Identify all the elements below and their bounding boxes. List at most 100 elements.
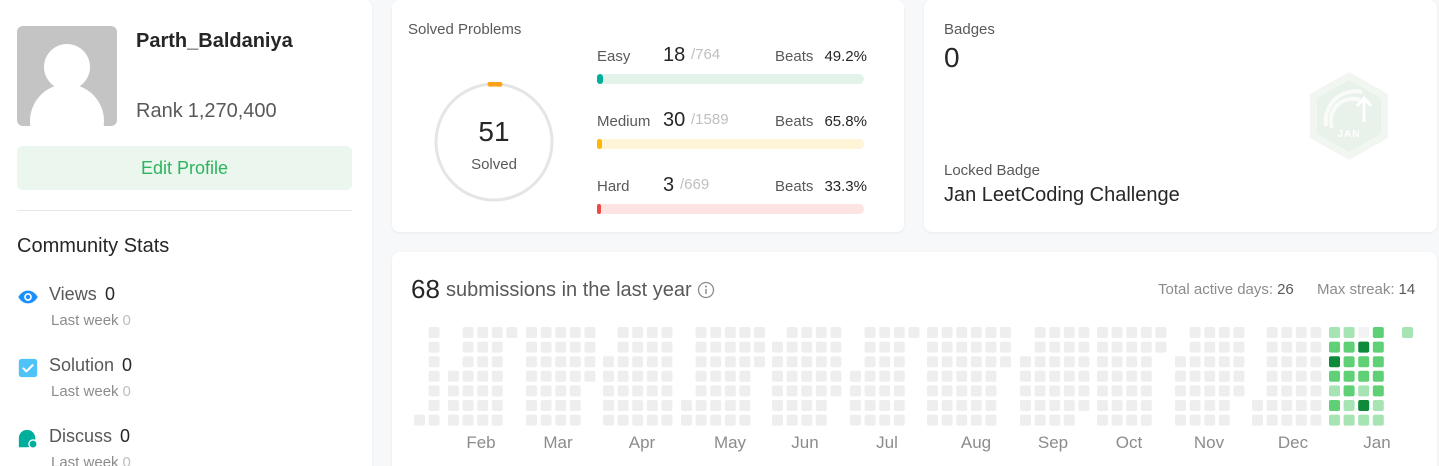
heatmap-cell[interactable] [956, 341, 968, 353]
heatmap-cell[interactable] [724, 385, 736, 397]
heatmap-cell[interactable] [1281, 327, 1293, 338]
heatmap-cell[interactable] [879, 370, 891, 382]
heatmap-cell[interactable] [893, 400, 905, 411]
heatmap-cell[interactable] [1111, 327, 1123, 338]
heatmap-cell[interactable] [1189, 414, 1201, 426]
heatmap-cell[interactable] [970, 385, 982, 397]
heatmap-cell[interactable] [1295, 400, 1307, 411]
heatmap-cell[interactable] [1111, 385, 1123, 397]
heatmap-cell[interactable] [941, 341, 953, 353]
heatmap-cell[interactable] [786, 414, 798, 426]
heatmap-cell[interactable] [603, 356, 614, 368]
heatmap-cell[interactable] [569, 385, 581, 397]
heatmap-cell[interactable] [1266, 400, 1278, 411]
heatmap-cell[interactable] [879, 341, 891, 353]
heatmap-cell[interactable] [1049, 414, 1061, 426]
heatmap-cell[interactable] [661, 414, 673, 426]
heatmap-cell[interactable] [927, 327, 938, 338]
heatmap-cell[interactable] [1266, 385, 1278, 397]
heatmap-cell[interactable] [1063, 341, 1075, 353]
heatmap-cell[interactable] [893, 414, 905, 426]
heatmap-cell[interactable] [739, 341, 751, 353]
heatmap-cell[interactable] [1078, 327, 1090, 338]
heatmap-cell[interactable] [815, 414, 827, 426]
heatmap-cell[interactable] [526, 385, 537, 397]
heatmap-cell[interactable] [970, 356, 982, 368]
heatmap-cell[interactable] [772, 400, 783, 411]
heatmap-cell[interactable] [1126, 327, 1138, 338]
heatmap-cell[interactable] [1034, 400, 1046, 411]
heatmap-cell[interactable] [1063, 414, 1075, 426]
heatmap-cell[interactable] [477, 370, 489, 382]
heatmap-cell[interactable] [1218, 385, 1230, 397]
heatmap-cell[interactable] [1126, 385, 1138, 397]
heatmap-cell[interactable] [970, 327, 982, 338]
heatmap-cell[interactable] [1078, 370, 1090, 382]
heatmap-cell[interactable] [1281, 385, 1293, 397]
heatmap-cell[interactable] [864, 341, 876, 353]
heatmap-cell[interactable] [893, 327, 905, 338]
heatmap-cell[interactable] [850, 400, 861, 411]
heatmap-cell[interactable] [584, 356, 596, 368]
heatmap-cell[interactable] [1078, 341, 1090, 353]
heatmap-cell[interactable] [1281, 356, 1293, 368]
heatmap-cell[interactable] [1343, 385, 1355, 397]
heatmap-cell[interactable] [1295, 356, 1307, 368]
heatmap-cell[interactable] [801, 341, 813, 353]
heatmap-cell[interactable] [526, 341, 537, 353]
heatmap-cell[interactable] [646, 414, 658, 426]
heatmap-cell[interactable] [646, 356, 658, 368]
heatmap-cell[interactable] [1078, 385, 1090, 397]
heatmap-cell[interactable] [1020, 356, 1031, 368]
heatmap-cell[interactable] [985, 370, 997, 382]
heatmap-cell[interactable] [754, 327, 765, 338]
heatmap-cell[interactable] [879, 327, 891, 338]
heatmap-cell[interactable] [710, 385, 722, 397]
heatmap-cell[interactable] [1175, 385, 1186, 397]
heatmap-cell[interactable] [540, 400, 552, 411]
heatmap-cell[interactable] [1140, 327, 1152, 338]
heatmap-cell[interactable] [428, 356, 440, 368]
heatmap-cell[interactable] [661, 356, 673, 368]
heatmap-cell[interactable] [462, 327, 474, 338]
heatmap-cell[interactable] [739, 370, 751, 382]
heatmap-cell[interactable] [830, 385, 842, 397]
heatmap-cell[interactable] [462, 385, 474, 397]
heatmap-cell[interactable] [646, 341, 658, 353]
heatmap-cell[interactable] [695, 356, 707, 368]
avatar[interactable] [17, 26, 117, 126]
heatmap-cell[interactable] [1310, 400, 1322, 411]
heatmap-cell[interactable] [1372, 370, 1384, 382]
heatmap-cell[interactable] [1233, 341, 1245, 353]
heatmap-cell[interactable] [864, 327, 876, 338]
heatmap-cell[interactable] [491, 385, 503, 397]
heatmap-cell[interactable] [661, 341, 673, 353]
heatmap-cell[interactable] [970, 341, 982, 353]
heatmap-cell[interactable] [941, 356, 953, 368]
heatmap-cell[interactable] [786, 385, 798, 397]
heatmap-cell[interactable] [956, 414, 968, 426]
heatmap-cell[interactable] [1329, 414, 1340, 426]
heatmap-cell[interactable] [1049, 341, 1061, 353]
heatmap-cell[interactable] [1204, 341, 1216, 353]
heatmap-cell[interactable] [1189, 341, 1201, 353]
heatmap-cell[interactable] [956, 400, 968, 411]
heatmap-cell[interactable] [1358, 414, 1370, 426]
heatmap-cell[interactable] [710, 356, 722, 368]
heatmap-cell[interactable] [879, 400, 891, 411]
heatmap-cell[interactable] [830, 327, 842, 338]
heatmap-cell[interactable] [491, 370, 503, 382]
heatmap-cell[interactable] [724, 414, 736, 426]
heatmap-cell[interactable] [754, 341, 765, 353]
heatmap-cell[interactable] [1111, 341, 1123, 353]
heatmap-cell[interactable] [786, 400, 798, 411]
heatmap-cell[interactable] [428, 341, 440, 353]
heatmap-cell[interactable] [941, 400, 953, 411]
heatmap-cell[interactable] [941, 370, 953, 382]
heatmap-cell[interactable] [908, 327, 920, 338]
heatmap-cell[interactable] [1189, 327, 1201, 338]
difficulty-medium[interactable]: Medium 30 /1589 Beats 65.8% [597, 109, 867, 159]
heatmap-cell[interactable] [864, 370, 876, 382]
heatmap-cell[interactable] [1358, 370, 1370, 382]
heatmap-cell[interactable] [1329, 400, 1340, 411]
